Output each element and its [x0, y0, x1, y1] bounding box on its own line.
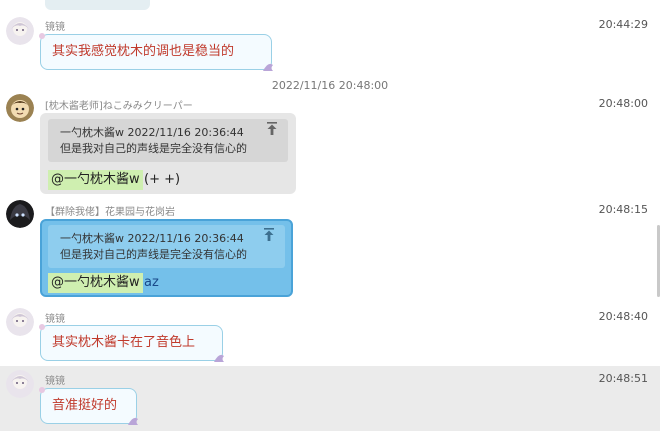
message-bubble[interactable]: 其实枕木酱卡在了音色上 [39, 324, 224, 362]
reply-text: (+ +) [144, 172, 181, 187]
sender-name[interactable]: 镜镜 [45, 310, 65, 325]
sender-name[interactable]: 镜镜 [45, 18, 65, 33]
message-text: 其实枕木酱卡在了音色上 [52, 335, 196, 350]
message-bubble[interactable]: 音准挺好的 [39, 387, 138, 425]
quoted-header: 一勺枕木酱w 2022/11/16 20:36:44 [60, 126, 244, 139]
message-time: 20:48:15 [598, 203, 648, 216]
quoted-text: 但是我对自己的声线是完全没有信心的 [60, 142, 247, 155]
avatar[interactable] [6, 17, 34, 45]
sender-name[interactable]: [枕木酱老师]ねこみみクリーパー [45, 97, 193, 112]
reply-bubble-selected[interactable]: 一勺枕木酱w 2022/11/16 20:36:44 但是我对自己的声线是完全没… [40, 219, 293, 297]
jump-to-original-icon[interactable] [266, 122, 278, 136]
sender-name[interactable]: 镜镜 [45, 372, 65, 387]
bubble-decoration-icon [263, 63, 273, 71]
bubble-decoration-icon [39, 324, 45, 330]
message-row: 镜镜 20:48:40 其实枕木酱卡在了音色上 [0, 305, 660, 365]
bubble-decoration-icon [214, 354, 224, 362]
avatar[interactable] [6, 94, 34, 122]
message-row: 镜镜 20:44:29 其实我感觉枕木的调也是稳当的 [0, 12, 660, 72]
quoted-text: 但是我对自己的声线是完全没有信心的 [60, 248, 247, 261]
avatar[interactable] [6, 370, 34, 398]
mention-tag[interactable]: @一勺枕木酱w [48, 273, 143, 293]
message-time: 20:48:00 [598, 97, 648, 110]
avatar[interactable] [6, 308, 34, 336]
sender-name[interactable]: 【群除我佬】花果园与花岗岩 [45, 203, 175, 218]
message-time: 20:48:40 [598, 310, 648, 323]
jump-to-original-icon[interactable] [263, 228, 275, 242]
message-time: 20:44:29 [598, 18, 648, 31]
quoted-message[interactable]: 一勺枕木酱w 2022/11/16 20:36:44 但是我对自己的声线是完全没… [48, 225, 285, 268]
message-text: 其实我感觉枕木的调也是稳当的 [52, 44, 235, 59]
reply-bubble[interactable]: 一勺枕木酱w 2022/11/16 20:36:44 但是我对自己的声线是完全没… [40, 113, 296, 194]
message-row-hovered: 镜镜 20:48:51 音准挺好的 [0, 366, 660, 431]
previous-bubble-fragment [45, 0, 150, 10]
quoted-header: 一勺枕木酱w 2022/11/16 20:36:44 [60, 232, 244, 245]
date-separator: 2022/11/16 20:48:00 [271, 79, 389, 92]
bubble-decoration-icon [39, 33, 45, 39]
message-row: 【群除我佬】花果园与花岗岩 20:48:15 一勺枕木酱w 2022/11/16… [0, 198, 660, 303]
message-text: 音准挺好的 [52, 398, 118, 413]
avatar[interactable] [6, 200, 34, 228]
message-bubble[interactable]: 其实我感觉枕木的调也是稳当的 [39, 33, 273, 71]
message-row: [枕木酱老师]ねこみみクリーパー 20:48:00 一勺枕木酱w 2022/11… [0, 92, 660, 197]
mention-tag[interactable]: @一勺枕木酱w [48, 170, 143, 190]
reply-text: az [144, 275, 159, 290]
bubble-decoration-icon [128, 417, 138, 425]
message-time: 20:48:51 [598, 372, 648, 385]
bubble-decoration-icon [39, 387, 45, 393]
quoted-message[interactable]: 一勺枕木酱w 2022/11/16 20:36:44 但是我对自己的声线是完全没… [48, 119, 288, 162]
